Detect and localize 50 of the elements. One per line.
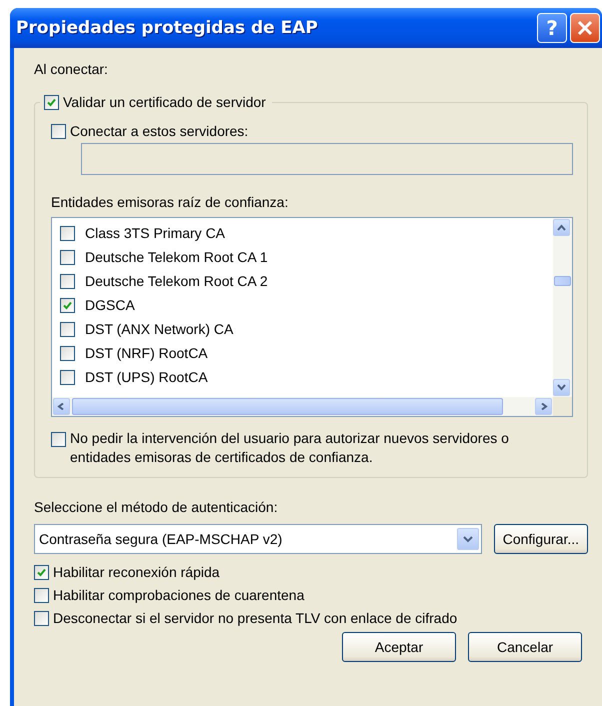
scroll-thumb[interactable] [72, 398, 503, 415]
checkbox[interactable] [34, 588, 49, 602]
checkbox[interactable] [60, 370, 75, 384]
close-icon [577, 20, 593, 36]
list-item[interactable]: Deutsche Telekom Root CA 2 [85, 273, 268, 289]
checkbox[interactable] [34, 610, 49, 626]
configure-button[interactable]: Configurar... [494, 524, 588, 554]
scroll-up-icon[interactable] [553, 219, 570, 236]
checkbox[interactable] [60, 250, 75, 264]
method-dropdown[interactable]: Contraseña segura (EAP-MSCHAP v2) [34, 524, 482, 554]
scroll-thumb[interactable] [554, 276, 571, 286]
checkbox[interactable] [60, 298, 75, 312]
horizontal-scrollbar[interactable] [52, 397, 553, 416]
window-title: Propiedades protegidas de EAP [16, 18, 319, 38]
list-item[interactable]: DST (UPS) RootCA [85, 369, 208, 385]
scroll-left-icon[interactable] [53, 398, 70, 415]
checkbox-label: No pedir la intervención del usuario para autorizar nuevos servidores o entidades emisoras de certificados de confianza. [70, 429, 510, 467]
checkmark-icon [47, 98, 56, 106]
method-label: Seleccione el método de autenticación: [34, 498, 279, 516]
checkbox[interactable] [44, 94, 59, 110]
list-item[interactable]: Deutsche Telekom Root CA 1 [85, 249, 268, 265]
checkbox-label: Habilitar reconexión rápida [53, 564, 220, 580]
list-item[interactable]: DGSCA [85, 297, 135, 313]
scrollbar-corner [553, 397, 572, 416]
checkbox[interactable] [60, 226, 75, 240]
scroll-down-icon[interactable] [553, 379, 570, 396]
checkbox[interactable] [60, 322, 75, 336]
list-label: Entidades emisoras raíz de confianza: [51, 193, 290, 211]
dialog-button[interactable]: Cancelar [468, 632, 582, 662]
checkbox-label: Habilitar comprobaciones de cuarentena [53, 587, 304, 603]
dialog-button[interactable]: Aceptar [342, 632, 456, 662]
list-item[interactable]: DST (ANX Network) CA [85, 321, 234, 337]
checkbox[interactable] [51, 432, 66, 447]
checkbox[interactable] [60, 274, 75, 288]
checkbox-label: Validar un certificado de servidor [63, 94, 266, 110]
list-item[interactable]: Class 3TS Primary CA [85, 225, 226, 241]
help-button[interactable]: ? [537, 13, 567, 43]
checkbox[interactable] [60, 346, 75, 360]
scroll-right-icon[interactable] [535, 398, 552, 415]
checkbox-label: Conectar a estos servidores: [70, 123, 248, 139]
close-button[interactable] [570, 13, 600, 43]
checkbox[interactable] [51, 124, 66, 138]
vertical-scrollbar[interactable] [553, 218, 572, 397]
checkmark-icon [37, 568, 46, 576]
checkbox-label: Desconectar si el servidor no presenta TLV con enlace de cifrado [53, 610, 458, 626]
servers-field[interactable] [81, 143, 573, 175]
checkbox[interactable] [34, 564, 49, 580]
section-label: Al conectar: [34, 60, 109, 78]
checkmark-icon [63, 300, 72, 310]
list-item[interactable]: DST (NRF) RootCA [85, 345, 208, 361]
